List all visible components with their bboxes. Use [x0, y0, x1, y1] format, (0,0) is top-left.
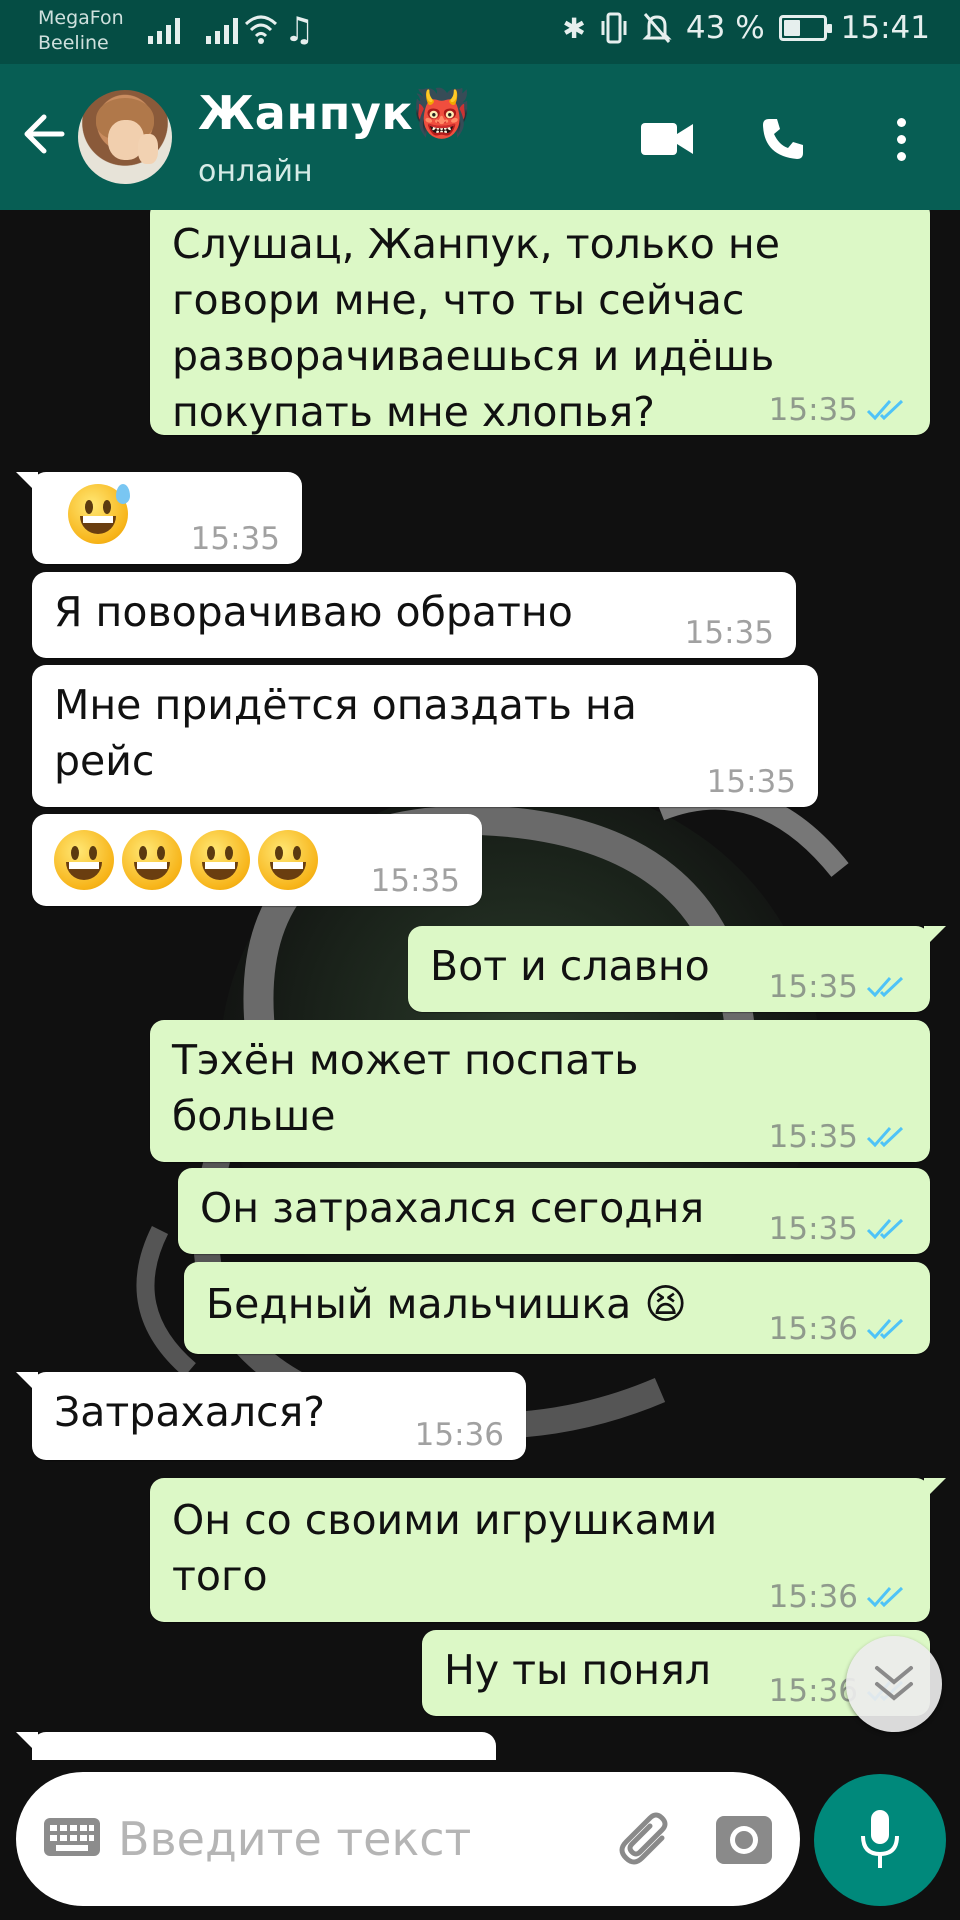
message-time: 15:35: [768, 969, 858, 1005]
chevron-double-down-icon: [875, 1666, 913, 1701]
status-right: ✱ 43 % 15:41: [562, 10, 930, 46]
voice-call-button[interactable]: [748, 104, 818, 174]
paperclip-icon[interactable]: [616, 1808, 680, 1872]
read-ticks-icon: [866, 976, 904, 998]
mute-icon: [642, 13, 672, 43]
camera-icon[interactable]: [716, 1816, 772, 1864]
message-time: 15:35: [768, 1211, 858, 1247]
arrow-left-icon[interactable]: [20, 104, 68, 164]
grinning-face-emoji-icon: [54, 830, 114, 890]
grinning-face-emoji-icon: [122, 830, 182, 890]
avatar[interactable]: [78, 90, 172, 184]
read-ticks-icon: [866, 1126, 904, 1148]
message-time: 15:35: [370, 863, 460, 899]
microphone-icon: [861, 1810, 899, 1868]
message-list[interactable]: Слушац, Жанпук, только не говори мне, чт…: [0, 210, 960, 1760]
video-camera-icon: [641, 123, 693, 155]
status-bar: MegaFon Beeline ♫ ✱ 43 % 15:41: [0, 0, 960, 64]
contact-status: онлайн: [198, 154, 313, 189]
more-vert-icon: [896, 117, 906, 161]
message-bubble-incoming[interactable]: 😅 15:35: [16, 472, 302, 564]
carrier-1: MegaFon: [38, 7, 124, 29]
message-bubble-outgoing[interactable]: Тэхён может поспать больше 15:35: [150, 1020, 930, 1162]
message-bubble-incoming[interactable]: Я поворачиваю обратно 15:35: [32, 572, 796, 658]
wifi-icon: [244, 15, 278, 44]
chat-screen: MegaFon Beeline ♫ ✱ 43 % 15:41 Жанпук👹 о…: [0, 0, 960, 1920]
video-call-button[interactable]: [632, 104, 702, 174]
voice-record-button[interactable]: [814, 1774, 946, 1906]
scroll-to-bottom-button[interactable]: [846, 1636, 942, 1732]
sweat-smile-emoji-icon: [68, 484, 130, 544]
message-time: 15:36: [768, 1673, 858, 1709]
keyboard-icon[interactable]: [44, 1818, 100, 1856]
message-bubble-outgoing[interactable]: Он затрахался сегодня 15:35: [178, 1168, 930, 1254]
message-bubble-outgoing[interactable]: Он со своими игрушками того 15:36: [150, 1478, 946, 1622]
compose-bar: Введите текст: [0, 1760, 960, 1920]
message-text: Я поворачиваю обратно: [54, 588, 573, 636]
battery-percent: 43 %: [685, 10, 765, 46]
message-meta: 15:35: [769, 393, 908, 427]
contact-name[interactable]: Жанпук👹: [198, 86, 471, 141]
grinning-face-emoji-icon: [258, 830, 318, 890]
grinning-face-emoji-icon: [190, 830, 250, 890]
message-bubble-outgoing[interactable]: Бедный мальчишка 😫 Бедный мальчишка 😫 15…: [184, 1262, 930, 1354]
message-time: 15:35: [190, 521, 280, 557]
music-icon: ♫: [284, 10, 315, 50]
carrier-labels: MegaFon Beeline: [38, 6, 124, 56]
message-time: 15:35: [684, 615, 774, 651]
message-time: 15:36: [768, 1579, 858, 1615]
signal-1-icon: [148, 16, 180, 44]
more-options-button[interactable]: [866, 104, 936, 174]
vibrate-icon: [601, 12, 627, 44]
message-bubble-incoming[interactable]: Мне придётся опаздать на рейс 15:35: [32, 665, 818, 807]
message-time: 15:35: [706, 764, 796, 800]
read-ticks-icon: [866, 399, 904, 421]
chat-header: Жанпук👹 онлайн: [0, 64, 960, 210]
message-time: 15:36: [768, 1311, 858, 1347]
message-text-visible: Бедный мальчишка 😫: [206, 1280, 688, 1328]
message-time: 15:36: [414, 1417, 504, 1453]
clock: 15:41: [840, 10, 930, 46]
message-time: 15:35: [768, 1119, 858, 1155]
input-placeholder: Введите текст: [118, 1812, 472, 1866]
message-input[interactable]: Введите текст: [16, 1772, 800, 1906]
message-bubble-outgoing[interactable]: Слушац, Жанпук, только не говори мне, чт…: [150, 210, 930, 436]
carrier-2: Beeline: [38, 32, 109, 54]
battery-icon: [778, 15, 832, 41]
signal-2-icon: [206, 16, 238, 44]
message-bubble-incoming[interactable]: Затрахался? 15:36: [16, 1372, 526, 1460]
battery-level: [783, 20, 800, 36]
message-bubble-incoming-partial[interactable]: [16, 1732, 496, 1760]
message-time: 15:35: [768, 392, 858, 428]
read-ticks-icon: [866, 1318, 904, 1340]
message-bubble-incoming[interactable]: 😀😀😀😀 15:35: [32, 814, 482, 906]
read-ticks-icon: [866, 1586, 904, 1608]
read-ticks-icon: [866, 1218, 904, 1240]
bluetooth-icon: ✱: [562, 11, 586, 45]
message-bubble-outgoing[interactable]: Вот и славно 15:35: [408, 926, 946, 1012]
message-text: Мне придётся опаздать на рейс: [54, 681, 637, 785]
phone-icon: [763, 119, 803, 159]
